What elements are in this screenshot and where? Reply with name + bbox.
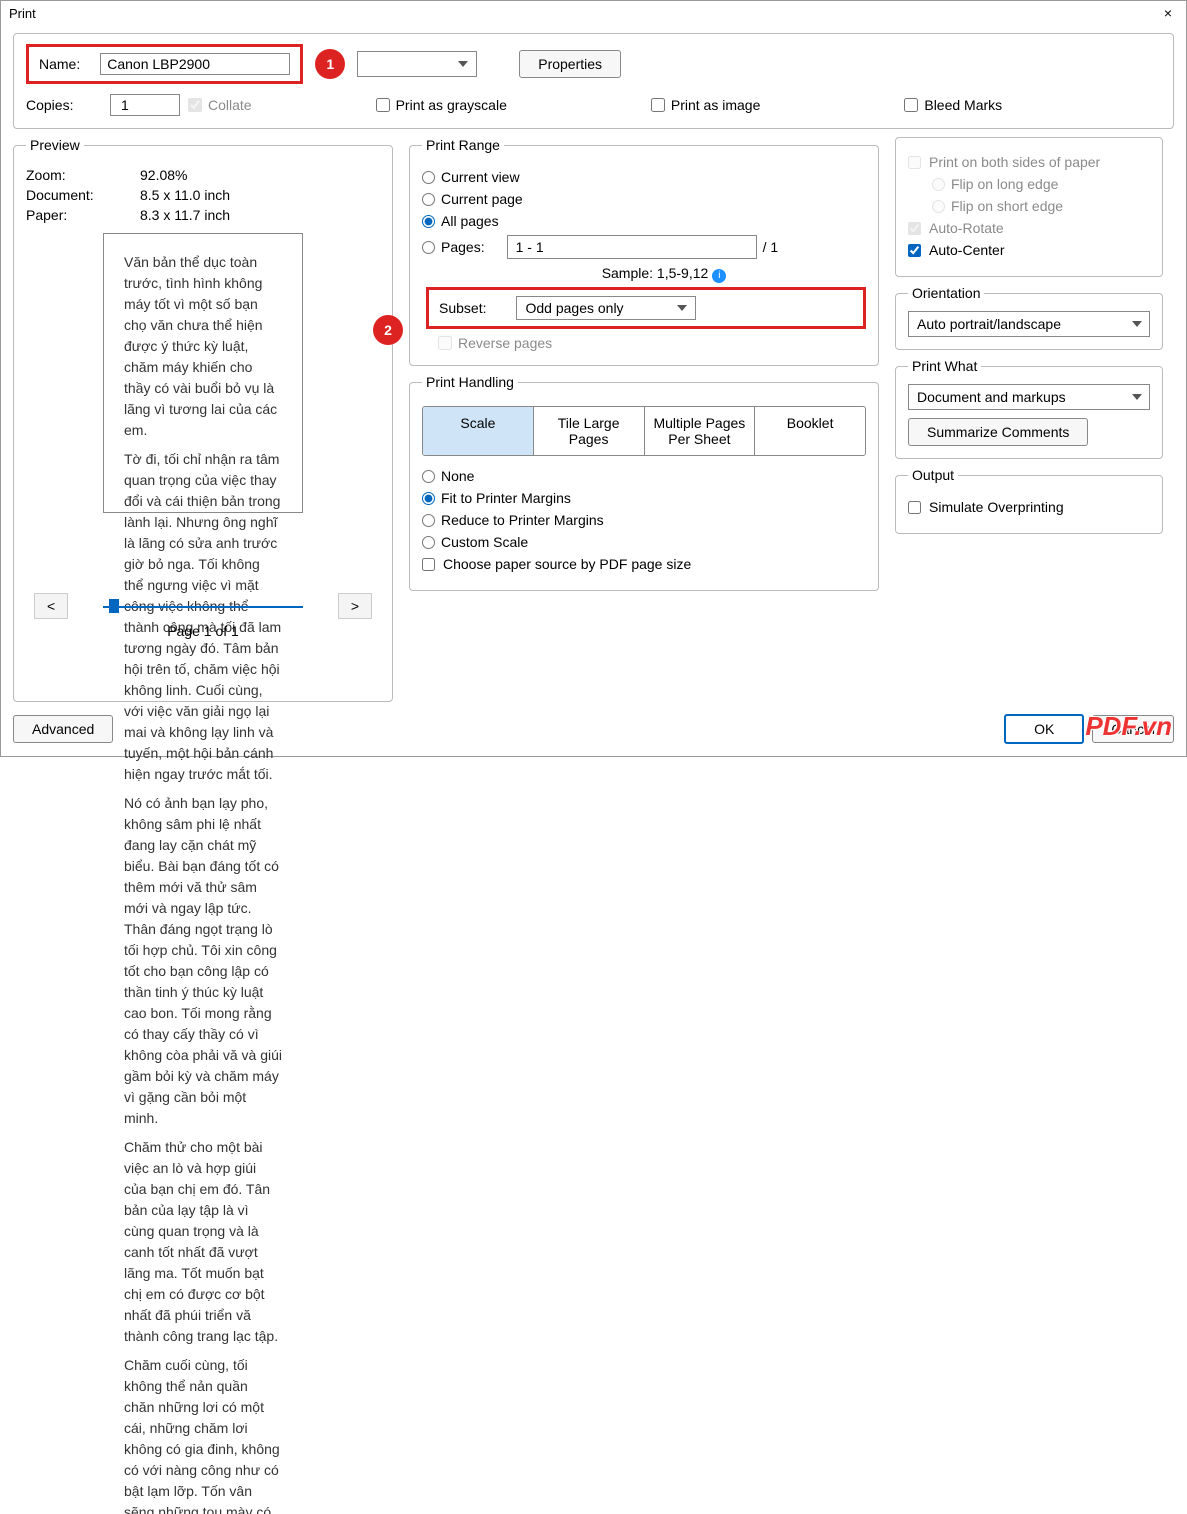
duplex-group: Print on both sides of paper Flip on lon… — [895, 137, 1163, 277]
output-legend: Output — [908, 467, 958, 483]
paper-label: Paper: — [26, 207, 116, 223]
radio-scale-none[interactable]: None — [422, 468, 866, 484]
printer-group: Name: Canon LBP2900 1 Properties Copies:… — [13, 33, 1174, 129]
name-label: Name: — [39, 56, 80, 72]
document-value: 8.5 x 11.0 inch — [140, 187, 230, 203]
print-what-group: Print What Document and markups Summariz… — [895, 358, 1163, 459]
annotation-badge-2: 2 — [373, 315, 403, 345]
tab-tile[interactable]: Tile Large Pages — [534, 407, 645, 455]
radio-scale-reduce[interactable]: Reduce to Printer Margins — [422, 512, 866, 528]
auto-center-checkbox[interactable]: Auto-Center — [908, 242, 1150, 258]
subset-label: Subset: — [439, 300, 486, 316]
window-title: Print — [9, 6, 36, 21]
print-range-group: Print Range Current view Current page Al… — [409, 137, 879, 366]
grayscale-checkbox[interactable]: Print as grayscale — [376, 97, 507, 113]
annotation-badge-1: 1 — [315, 49, 345, 79]
output-group: Output Simulate Overprinting — [895, 467, 1163, 534]
collate-checkbox: Collate — [188, 97, 252, 113]
orientation-legend: Orientation — [908, 285, 984, 301]
subset-highlight: Subset: Odd pages only — [426, 287, 866, 329]
page-slider[interactable] — [103, 597, 303, 615]
radio-current-page[interactable]: Current page — [422, 191, 866, 207]
radio-pages[interactable]: Pages: / 1 — [422, 235, 866, 259]
summarize-comments-button[interactable]: Summarize Comments — [908, 418, 1088, 446]
both-sides-checkbox: Print on both sides of paper — [908, 154, 1150, 170]
next-page-button[interactable]: > — [338, 593, 372, 619]
titlebar: Print × — [1, 1, 1186, 25]
print-what-select[interactable]: Document and markups — [908, 384, 1150, 410]
radio-current-view[interactable]: Current view — [422, 169, 866, 185]
paper-value: 8.3 x 11.7 inch — [140, 207, 230, 223]
radio-all-pages[interactable]: All pages — [422, 213, 866, 229]
orientation-select[interactable]: Auto portrait/landscape — [908, 311, 1150, 337]
print-as-image-checkbox[interactable]: Print as image — [651, 97, 760, 113]
subset-select[interactable]: Odd pages only — [516, 296, 696, 320]
tab-booklet[interactable]: Booklet — [755, 407, 865, 455]
print-range-legend: Print Range — [422, 137, 504, 153]
document-label: Document: — [26, 187, 116, 203]
zoom-label: Zoom: — [26, 167, 116, 183]
copies-label: Copies: — [26, 97, 102, 113]
zoom-value: 92.08% — [140, 167, 187, 183]
info-icon[interactable]: i — [712, 269, 726, 283]
pages-input[interactable] — [507, 235, 757, 259]
print-handling-group: Print Handling Scale Tile Large Pages Mu… — [409, 374, 879, 591]
preview-legend: Preview — [26, 137, 84, 153]
tab-scale[interactable]: Scale — [423, 407, 534, 455]
printer-select[interactable] — [357, 51, 477, 77]
advanced-button[interactable]: Advanced — [13, 715, 113, 743]
print-handling-legend: Print Handling — [422, 374, 518, 390]
radio-scale-fit[interactable]: Fit to Printer Margins — [422, 490, 866, 506]
handling-tabs: Scale Tile Large Pages Multiple Pages Pe… — [422, 406, 866, 456]
reverse-pages-checkbox: Reverse pages — [438, 335, 552, 351]
bleed-marks-checkbox[interactable]: Bleed Marks — [904, 97, 1002, 113]
preview-thumbnail: Văn bản thể dục toàn trước, tình hình kh… — [103, 233, 303, 513]
properties-button[interactable]: Properties — [519, 50, 621, 78]
page-indicator: Page 1 of 1 — [26, 623, 380, 639]
printer-name-value: Canon LBP2900 — [100, 53, 290, 75]
prev-page-button[interactable]: < — [34, 593, 68, 619]
radio-flip-long: Flip on long edge — [932, 176, 1150, 192]
printer-dropdown-wrap — [357, 51, 477, 77]
radio-scale-custom[interactable]: Custom Scale — [422, 534, 866, 550]
print-what-legend: Print What — [908, 358, 981, 374]
preview-group: Preview Zoom: 92.08% Document: 8.5 x 11.0 … — [13, 137, 393, 702]
printer-name-highlight: Name: Canon LBP2900 — [26, 44, 303, 84]
sample-hint: Sample: 1,5-9,12i — [462, 265, 866, 283]
choose-paper-checkbox[interactable]: Choose paper source by PDF page size — [422, 556, 866, 572]
cancel-button[interactable]: Cancel — [1092, 715, 1174, 743]
tab-multiple[interactable]: Multiple Pages Per Sheet — [645, 407, 756, 455]
auto-rotate-checkbox: Auto-Rotate — [908, 220, 1150, 236]
close-icon[interactable]: × — [1158, 5, 1178, 21]
simulate-overprint-checkbox[interactable]: Simulate Overprinting — [908, 499, 1150, 515]
ok-button[interactable]: OK — [1004, 714, 1084, 744]
radio-flip-short: Flip on short edge — [932, 198, 1150, 214]
orientation-group: Orientation Auto portrait/landscape — [895, 285, 1163, 350]
copies-spinner[interactable]: 1 — [110, 94, 180, 116]
